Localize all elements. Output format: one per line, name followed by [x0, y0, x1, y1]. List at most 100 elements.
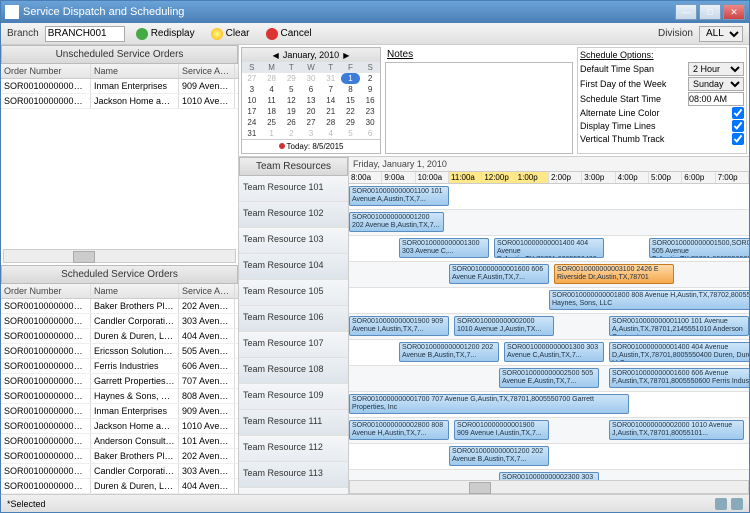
appointment-bar[interactable]: SOR0010000000001200 202 Avenue B,Austin,… [349, 212, 444, 232]
team-resource[interactable]: Team Resource 105 [239, 280, 348, 306]
appointment-bar[interactable]: SOR0010000000001800 808 Avenue H,Austin,… [549, 290, 749, 310]
cancel-icon [266, 28, 278, 40]
opt-firstday[interactable]: Sunday [688, 77, 744, 91]
appointment-bar[interactable]: SOR0010000000002500 505 Avenue E,Austin,… [499, 368, 599, 388]
appointment-bar[interactable]: SOR0010000000001400 404 Avenue D,Austin,… [494, 238, 604, 258]
appointment-bar[interactable]: SOR0010000000001600 606 Avenue F,Austin,… [449, 264, 549, 284]
col-name[interactable]: Name [91, 284, 179, 298]
schedule-options: Schedule Options: Default Time Span2 Hou… [577, 47, 747, 154]
opt-starttime[interactable] [688, 92, 744, 106]
appointment-bar[interactable]: SOR0010000000001900 909 Avenue I,Austin,… [454, 420, 549, 440]
appointment-bar[interactable]: SOR0010000000001500,SOR0010000000000500 … [649, 238, 749, 258]
gantt-row[interactable]: SOR0010000000001200 202 Avenue B,Austin,… [349, 444, 749, 470]
today-dot-icon [279, 143, 285, 149]
notes-textarea[interactable] [385, 62, 573, 154]
appointment-bar[interactable]: SOR0010000000001300 303 Avenue C,... [399, 238, 489, 258]
status-icon-1[interactable] [715, 498, 727, 510]
gantt-row[interactable]: SOR0010000000002800 808 Avenue H,Austin,… [349, 418, 749, 444]
appointment-bar[interactable]: SOR0010000000001700 707 Avenue G,Austin,… [349, 394, 629, 414]
close-button[interactable]: ✕ [723, 4, 745, 20]
maximize-button[interactable]: □ [699, 4, 721, 20]
appointment-bar[interactable]: SOR0010000000001300 303 Avenue C,Austin,… [504, 342, 604, 362]
opt-timelines[interactable] [732, 120, 744, 132]
table-row[interactable]: SOR0010000000002000Jackson Home and Gard… [1, 419, 238, 434]
status-icon-2[interactable] [731, 498, 743, 510]
table-row[interactable]: SOR0010000000003000Jackson Home and Gard… [1, 94, 238, 109]
col-address[interactable]: Service Address [179, 284, 235, 298]
opt-timespan[interactable]: 2 Hour [688, 62, 744, 76]
gantt-row[interactable]: SOR0010000000001600 606 Avenue F,Austin,… [349, 262, 749, 288]
opt-altline[interactable] [732, 107, 744, 119]
gantt-row[interactable]: SOR0010000000001200 202 Avenue B,Austin,… [349, 340, 749, 366]
col-address[interactable]: Service Address [179, 64, 235, 78]
redisplay-button[interactable]: Redisplay [131, 27, 200, 41]
team-resource[interactable]: Team Resource 107 [239, 332, 348, 358]
table-row[interactable]: SOR0010000000001900Inman Enterprises909 … [1, 404, 238, 419]
division-select[interactable]: ALL [699, 26, 743, 42]
team-resource[interactable]: Team Resource 104 [239, 254, 348, 280]
gantt-row[interactable]: SOR0010000000002500 505 Avenue E,Austin,… [349, 366, 749, 392]
gantt-row[interactable]: SOR0010000000001900 909 Avenue I,Austin,… [349, 314, 749, 340]
col-name[interactable]: Name [91, 64, 179, 78]
hscroll-gantt[interactable] [349, 480, 749, 494]
gantt-row[interactable]: SOR0010000000002300 303 Avenue C,Austin,… [349, 470, 749, 480]
appointment-bar[interactable]: SOR0010000000001200 202 Avenue B,Austin,… [449, 446, 549, 466]
team-resource[interactable]: Team Resource 111 [239, 410, 348, 436]
titlebar[interactable]: Service Dispatch and Scheduling — □ ✕ [1, 1, 749, 23]
appointment-bar[interactable]: SOR0010000000002800 808 Avenue H,Austin,… [349, 420, 449, 440]
calendar[interactable]: ◀ January, 2010 ▶ SMTWTFS272829303112345… [241, 47, 381, 154]
hscroll-unscheduled[interactable] [3, 249, 236, 263]
col-order-number[interactable]: Order Number [1, 284, 91, 298]
col-order-number[interactable]: Order Number [1, 64, 91, 78]
team-resource[interactable]: Team Resource 113 [239, 462, 348, 488]
cal-next-icon[interactable]: ▶ [343, 51, 349, 60]
team-resource[interactable]: Team Resource 103 [239, 228, 348, 254]
gantt-row[interactable]: SOR0010000000001700 707 Avenue G,Austin,… [349, 392, 749, 418]
clear-button[interactable]: Clear [206, 27, 255, 41]
appointment-bar[interactable]: SOR0010000000001100 101 Avenue A,Austin,… [609, 316, 749, 336]
gantt-row[interactable]: SOR0010000000001800 808 Avenue H,Austin,… [349, 288, 749, 314]
gantt-row[interactable]: SOR0010000000001100 101 Avenue A,Austin,… [349, 184, 749, 210]
table-row[interactable]: SOR0010000000001300Candler Corporation30… [1, 314, 238, 329]
team-resource[interactable]: Team Resource 109 [239, 384, 348, 410]
table-row[interactable]: SOR0010000000001400Duren & Duren, LLC404… [1, 329, 238, 344]
table-row[interactable]: SOR0010000000002400Duren & Duren, LLC404… [1, 479, 238, 494]
opt-thumbtrack[interactable] [732, 133, 744, 145]
team-resource[interactable]: Team Resource 102 [239, 202, 348, 228]
appointment-bar[interactable]: SOR0010000000001200 202 Avenue B,Austin,… [399, 342, 499, 362]
appointment-bar[interactable]: SOR0010000000003100 2426 E Riverside Dr,… [554, 264, 674, 284]
appointment-bar[interactable]: SOR0010000000002000 1010 Avenue J,Austin… [609, 420, 744, 440]
appointment-bar[interactable]: SOR0010000000001600 606 Avenue F,Austin,… [609, 368, 749, 388]
table-row[interactable]: SOR0010000000002900Inman Enterprises909 … [1, 79, 238, 94]
cancel-button[interactable]: Cancel [261, 27, 317, 41]
table-row[interactable]: SOR0010000000001700Garrett Properties, I… [1, 374, 238, 389]
refresh-icon [136, 28, 148, 40]
table-row[interactable]: SOR0010000000001200Baker Brothers Plumbi… [1, 299, 238, 314]
cal-prev-icon[interactable]: ◀ [273, 51, 279, 60]
table-row[interactable]: SOR0010000000001600Ferris Industries606 … [1, 359, 238, 374]
table-row[interactable]: SOR0010000000001800Haynes & Sons, LLC808… [1, 389, 238, 404]
team-resource[interactable]: Team Resource 112 [239, 436, 348, 462]
appointment-bar[interactable]: SOR0010000000001400 404 Avenue D,Austin,… [609, 342, 749, 362]
team-resource[interactable]: Team Resource 101 [239, 176, 348, 202]
appointment-bar[interactable]: SOR0010000000002300 303 Avenue C,Austin,… [499, 472, 599, 480]
gantt-row[interactable]: SOR0010000000001200 202 Avenue B,Austin,… [349, 210, 749, 236]
team-resource[interactable]: Team Resource 106 [239, 306, 348, 332]
unscheduled-columns: Order Number Name Service Address [1, 64, 238, 79]
table-row[interactable]: SOR0010000000002300Candler Corporation30… [1, 464, 238, 479]
appointment-bar[interactable]: SOR0010000000002000 1010 Avenue J,Austin… [454, 316, 554, 336]
table-row[interactable]: SOR0010000000002200Baker Brothers Plumbi… [1, 449, 238, 464]
gantt-row[interactable]: SOR0010000000001300 303 Avenue C,...SOR0… [349, 236, 749, 262]
appointment-bar[interactable]: SOR0010000000001100 101 Avenue A,Austin,… [349, 186, 449, 206]
status-selected: *Selected [7, 499, 46, 509]
team-resources-header: Team Resources [239, 157, 348, 176]
branch-input[interactable] [45, 26, 125, 42]
branch-label: Branch [7, 28, 39, 39]
appointment-bar[interactable]: SOR0010000000001900 909 Avenue I,Austin,… [349, 316, 449, 336]
minimize-button[interactable]: — [675, 4, 697, 20]
cal-today[interactable]: Today: 8/5/2015 [242, 139, 380, 153]
table-row[interactable]: SOR0010000000002100Anderson Consulting10… [1, 434, 238, 449]
cal-month: January, 2010 [283, 50, 339, 60]
table-row[interactable]: SOR0010000000001500Ericsson Solutions, I… [1, 344, 238, 359]
team-resource[interactable]: Team Resource 108 [239, 358, 348, 384]
